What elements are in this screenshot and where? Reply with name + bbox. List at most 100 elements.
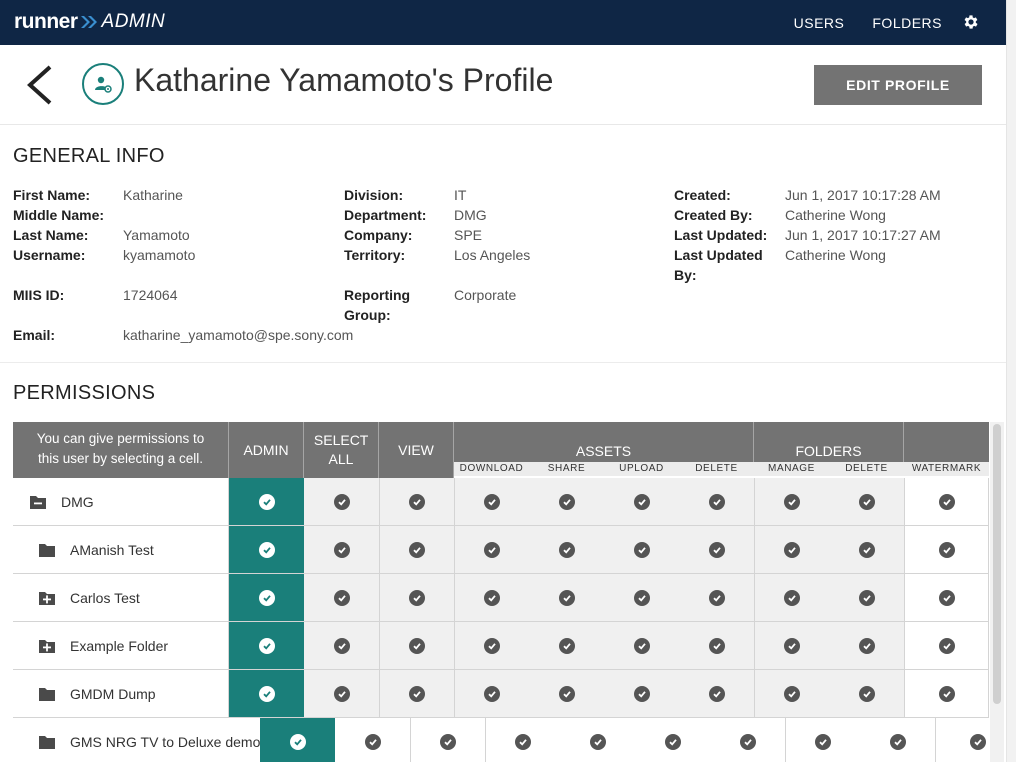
select-all-permission-cell[interactable] — [304, 574, 379, 621]
view-column-header[interactable]: VIEW — [379, 422, 454, 478]
gear-icon[interactable] — [962, 13, 982, 33]
subheader-upload[interactable]: UPLOAD — [604, 463, 679, 474]
table-scrollbar[interactable] — [993, 424, 1001, 704]
manage-permission-cell[interactable] — [754, 670, 829, 717]
check-icon — [783, 589, 800, 606]
admin-permission-cell[interactable] — [229, 574, 304, 621]
folder-name-cell[interactable]: DMG — [13, 478, 229, 525]
folder-name-cell[interactable]: GMS NRG TV to Deluxe demo — [13, 718, 260, 762]
select-all-permission-cell[interactable] — [335, 718, 410, 762]
admin-permission-cell[interactable] — [229, 670, 304, 717]
subheader-delete[interactable]: DELETE — [829, 463, 904, 474]
share-permission-cell[interactable] — [529, 478, 604, 525]
admin-permission-cell[interactable] — [229, 478, 304, 525]
subheader-manage[interactable]: MANAGE — [754, 463, 829, 474]
select-all-permission-cell[interactable] — [304, 622, 379, 669]
watermark-permission-cell[interactable] — [904, 670, 989, 717]
subheader-share[interactable]: SHARE — [529, 463, 604, 474]
permission-row: DMG — [13, 478, 989, 526]
upload-permission-cell[interactable] — [604, 478, 679, 525]
asset-delete-permission-cell[interactable] — [710, 718, 785, 762]
upload-permission-cell[interactable] — [635, 718, 710, 762]
download-permission-cell[interactable] — [454, 574, 529, 621]
upload-permission-cell[interactable] — [604, 526, 679, 573]
nav-users-link[interactable]: USERS — [794, 15, 845, 31]
grid-line — [379, 670, 380, 717]
folder-delete-permission-cell[interactable] — [829, 670, 904, 717]
nav-folders-link[interactable]: FOLDERS — [872, 15, 942, 31]
logo-chevron-icon — [80, 15, 98, 29]
manage-permission-cell[interactable] — [754, 478, 829, 525]
expand-folder-icon[interactable] — [38, 589, 56, 607]
folder-delete-permission-cell[interactable] — [829, 478, 904, 525]
grid-line — [454, 622, 455, 669]
asset-delete-permission-cell[interactable] — [679, 574, 754, 621]
manage-permission-cell[interactable] — [754, 526, 829, 573]
folder-name: AManish Test — [70, 541, 154, 558]
asset-delete-permission-cell[interactable] — [679, 670, 754, 717]
watermark-permission-cell[interactable] — [904, 478, 989, 525]
check-icon — [483, 589, 500, 606]
admin-permission-cell[interactable] — [229, 526, 304, 573]
admin-column-header[interactable]: ADMIN — [229, 422, 304, 478]
subheader-watermark[interactable]: WATERMARK — [904, 463, 989, 474]
view-permission-cell[interactable] — [379, 622, 454, 669]
edit-profile-button[interactable]: EDIT PROFILE — [814, 65, 982, 105]
grid-line — [454, 574, 455, 621]
folder-name-cell[interactable]: AManish Test — [13, 526, 229, 573]
select-all-column-header[interactable]: SELECT ALL — [304, 422, 379, 478]
watermark-permission-cell[interactable] — [904, 622, 989, 669]
download-permission-cell[interactable] — [454, 670, 529, 717]
share-permission-cell[interactable] — [560, 718, 635, 762]
admin-permission-cell[interactable] — [260, 718, 335, 762]
page-scrollbar[interactable] — [1006, 0, 1016, 762]
select-all-permission-cell[interactable] — [304, 526, 379, 573]
download-permission-cell[interactable] — [485, 718, 560, 762]
folder-delete-permission-cell[interactable] — [829, 622, 904, 669]
check-icon — [633, 493, 650, 510]
view-permission-cell[interactable] — [379, 670, 454, 717]
watermark-permission-cell[interactable] — [904, 526, 989, 573]
share-permission-cell[interactable] — [529, 574, 604, 621]
share-permission-cell[interactable] — [529, 670, 604, 717]
select-all-permission-cell[interactable] — [304, 670, 379, 717]
folder-delete-permission-cell[interactable] — [829, 574, 904, 621]
upload-permission-cell[interactable] — [604, 622, 679, 669]
view-permission-cell[interactable] — [410, 718, 485, 762]
back-arrow-icon[interactable] — [24, 63, 58, 107]
view-permission-cell[interactable] — [379, 574, 454, 621]
subheader-download[interactable]: DOWNLOAD — [454, 463, 529, 474]
subheader-delete[interactable]: DELETE — [679, 463, 754, 474]
watermark-permission-cell[interactable] — [935, 718, 989, 762]
upload-permission-cell[interactable] — [604, 574, 679, 621]
check-icon — [858, 541, 875, 558]
manage-permission-cell[interactable] — [754, 574, 829, 621]
folder-name-cell[interactable]: GMDM Dump — [13, 670, 229, 717]
runner-admin-logo[interactable]: runner ADMIN — [14, 9, 165, 35]
select-all-permission-cell[interactable] — [304, 478, 379, 525]
download-permission-cell[interactable] — [454, 478, 529, 525]
share-permission-cell[interactable] — [529, 526, 604, 573]
folder-name-cell[interactable]: Carlos Test — [13, 574, 229, 621]
manage-permission-cell[interactable] — [785, 718, 860, 762]
watermark-permission-cell[interactable] — [904, 574, 989, 621]
asset-delete-permission-cell[interactable] — [679, 622, 754, 669]
download-permission-cell[interactable] — [454, 526, 529, 573]
manage-permission-cell[interactable] — [754, 622, 829, 669]
download-permission-cell[interactable] — [454, 622, 529, 669]
asset-delete-permission-cell[interactable] — [679, 478, 754, 525]
admin-permission-cell[interactable] — [229, 622, 304, 669]
upload-permission-cell[interactable] — [604, 670, 679, 717]
folder-name-cell[interactable]: Example Folder — [13, 622, 229, 669]
folder-delete-permission-cell[interactable] — [860, 718, 935, 762]
info-label: Username: — [13, 245, 85, 265]
folder-delete-permission-cell[interactable] — [829, 526, 904, 573]
asset-delete-permission-cell[interactable] — [679, 526, 754, 573]
grid-line — [410, 718, 411, 762]
view-permission-cell[interactable] — [379, 478, 454, 525]
collapse-folder-icon[interactable] — [29, 493, 47, 511]
expand-folder-icon[interactable] — [38, 637, 56, 655]
share-permission-cell[interactable] — [529, 622, 604, 669]
check-icon — [708, 541, 725, 558]
view-permission-cell[interactable] — [379, 526, 454, 573]
